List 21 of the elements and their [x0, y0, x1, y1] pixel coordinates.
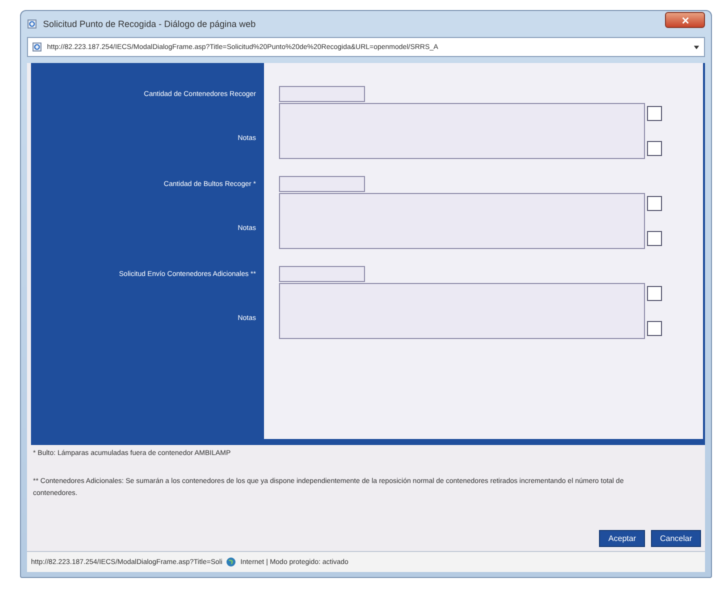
close-button[interactable]	[665, 12, 705, 28]
page-icon	[32, 42, 42, 52]
close-icon	[680, 16, 690, 24]
square-button[interactable]	[647, 141, 662, 156]
notes-field[interactable]	[279, 193, 645, 249]
dialog-button[interactable]: Cancelar	[650, 530, 701, 547]
square-button[interactable]	[647, 286, 662, 301]
input-field[interactable]	[279, 86, 365, 102]
square-button[interactable]	[647, 231, 662, 246]
page-icon	[27, 19, 37, 29]
globe-icon	[226, 557, 236, 567]
dropdown-arrow-icon[interactable]	[693, 44, 700, 50]
square-button[interactable]	[647, 321, 662, 336]
notes-field[interactable]	[279, 103, 645, 159]
input-field[interactable]	[279, 266, 365, 282]
dialog-button[interactable]: Aceptar	[599, 530, 645, 547]
input-field[interactable]	[279, 176, 365, 192]
square-button[interactable]	[647, 106, 662, 121]
notes-field[interactable]	[279, 283, 645, 339]
square-button[interactable]	[647, 196, 662, 211]
window-title: Solicitud Punto de Recogida - Diálogo de página web	[43, 19, 256, 29]
